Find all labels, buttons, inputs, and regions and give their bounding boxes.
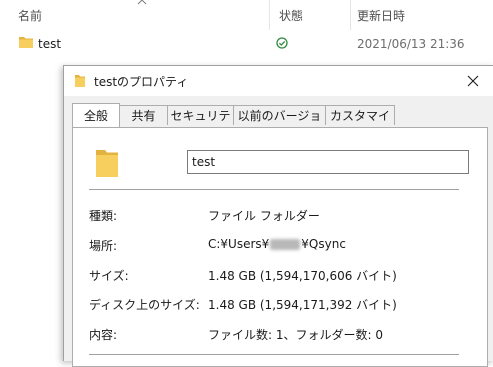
general-panel: 種類: ファイル フォルダー 場所: C:¥Users¥¥Qsync サイズ: … — [72, 127, 488, 367]
size-label: サイズ: — [89, 269, 129, 283]
folder-icon — [19, 37, 33, 48]
sync-ok-icon — [276, 37, 288, 49]
location-value: C:¥Users¥ ¥Qsync — [208, 237, 346, 251]
type-label: 種類: — [89, 209, 118, 223]
folder-icon — [96, 150, 118, 177]
column-header-name[interactable]: 名前 — [18, 7, 42, 24]
location-prefix: C:¥Users¥ — [208, 237, 270, 251]
sort-up-icon — [137, 0, 147, 5]
tab-sharing[interactable]: 共有 — [119, 105, 168, 125]
tab-security[interactable]: セキュリティ — [167, 105, 234, 143]
folder-icon — [75, 75, 85, 87]
tab-general[interactable]: 全般 — [72, 103, 120, 127]
properties-dialog: testのプロパティ 全般 共有 セキュリティ 以前のバージョン カスタマイズ … — [63, 65, 493, 367]
column-divider[interactable] — [350, 0, 351, 30]
disk-size-value: 1.48 GB (1,594,171,392 バイト) — [208, 298, 397, 312]
dialog-title: testのプロパティ — [94, 75, 189, 89]
type-value: ファイル フォルダー — [208, 209, 320, 223]
file-name: test — [38, 37, 62, 51]
folder-name-input[interactable] — [187, 150, 469, 174]
tab-previous-versions[interactable]: 以前のバージョン — [233, 105, 326, 143]
column-header-status[interactable]: 状態 — [279, 7, 303, 24]
close-icon — [467, 75, 479, 87]
divider — [89, 354, 459, 355]
disk-size-label: ディスク上のサイズ: — [89, 298, 200, 312]
location-label: 場所: — [89, 239, 118, 253]
contents-value: ファイル数: 1、フォルダー数: 0 — [208, 328, 383, 342]
column-header-modified[interactable]: 更新日時 — [357, 7, 405, 24]
column-header-bar: 名前 状態 更新日時 — [0, 0, 493, 30]
redacted-username — [270, 239, 301, 250]
file-modified-date: 2021/06/13 21:36 — [357, 37, 465, 51]
close-button[interactable] — [462, 70, 484, 92]
dialog-titlebar[interactable]: testのプロパティ — [64, 66, 493, 96]
column-divider[interactable] — [269, 0, 270, 30]
contents-label: 内容: — [89, 328, 118, 342]
file-row[interactable]: test 2021/06/13 21:36 — [0, 30, 493, 56]
divider — [89, 189, 459, 190]
location-suffix: ¥Qsync — [301, 237, 346, 251]
size-value: 1.48 GB (1,594,170,606 バイト) — [208, 269, 397, 283]
tab-customize[interactable]: カスタマイズ — [325, 105, 395, 143]
